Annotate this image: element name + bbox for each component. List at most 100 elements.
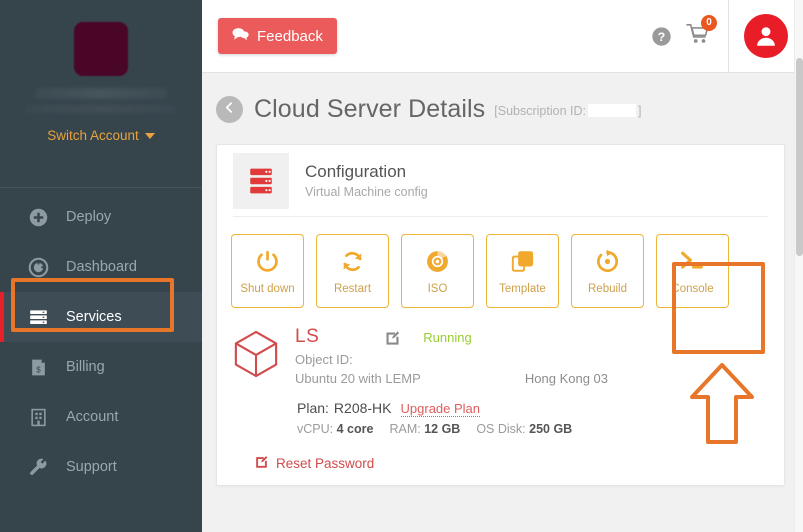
status-badge: Running (423, 329, 472, 345)
svg-text:$: $ (36, 365, 41, 374)
vertical-scrollbar[interactable] (794, 0, 803, 532)
reset-password-label: Reset Password (276, 455, 375, 471)
gauge-icon (26, 255, 50, 279)
rebuild-button[interactable]: Rebuild (571, 234, 644, 308)
action-label: Console (671, 282, 714, 295)
sidebar-nav: Deploy Dashboard Services $ Billing Acco… (0, 188, 202, 492)
shutdown-button[interactable]: Shut down (231, 234, 304, 308)
restart-button[interactable]: Restart (316, 234, 389, 308)
template-button[interactable]: Template (486, 234, 559, 308)
sidebar: Switch Account Deploy Dashboard Services… (0, 0, 202, 532)
configuration-title: Configuration (305, 162, 407, 181)
subscription-id-prefix: [Subscription ID: (494, 103, 586, 118)
edit-pencil-icon[interactable] (384, 329, 401, 346)
wrench-icon (26, 455, 50, 479)
sidebar-item-label: Deploy (66, 209, 112, 225)
sidebar-item-account[interactable]: Account (0, 392, 202, 442)
sidebar-item-label: Dashboard (66, 259, 137, 275)
chat-bubble-icon (232, 27, 249, 45)
configuration-card: Configuration Virtual Machine config Shu… (216, 144, 785, 486)
sidebar-item-label: Support (66, 459, 117, 475)
action-label: Rebuild (588, 282, 627, 295)
reset-password-link[interactable]: Reset Password (254, 454, 374, 472)
shopping-cart-button[interactable]: 0 (686, 14, 717, 50)
brand-name-redacted (35, 88, 167, 99)
spec-vcpu-value: 4 core (336, 422, 374, 436)
sidebar-item-deploy[interactable]: Deploy (0, 192, 202, 242)
back-button[interactable] (216, 96, 243, 123)
subscription-id: [Subscription ID: ] (494, 102, 641, 118)
user-avatar-button[interactable] (729, 0, 803, 73)
upgrade-plan-link[interactable]: Upgrade Plan (400, 401, 481, 417)
chevron-down-icon (144, 132, 155, 139)
sidebar-item-services[interactable]: Services (0, 292, 202, 342)
top-bar: Feedback ? 0 (202, 0, 803, 73)
action-label: Restart (333, 282, 372, 295)
iso-button[interactable]: ISO (401, 234, 474, 308)
plan-value: R208-HK (333, 400, 392, 416)
sidebar-item-dashboard[interactable]: Dashboard (0, 242, 202, 292)
sidebar-item-label: Account (66, 409, 119, 425)
os-row: Ubuntu 20 with LEMP Hong Kong 03 (295, 371, 784, 386)
server-rack-icon (233, 153, 289, 209)
object-id-value-redacted (356, 352, 477, 364)
subscription-id-value-redacted (587, 103, 636, 117)
action-label: ISO (427, 282, 448, 295)
server-name: LS (295, 326, 320, 347)
switch-account-button[interactable]: Switch Account (47, 128, 155, 143)
brand-subtitle-redacted (26, 105, 176, 113)
scrollbar-thumb[interactable] (796, 58, 803, 256)
spec-ram: RAM: 12 GB (389, 422, 460, 436)
console-button[interactable]: Console (656, 234, 729, 308)
plan-row: Plan: R208-HK Upgrade Plan (297, 400, 784, 417)
main-content: Feedback ? 0 Cloud Server Details [Subsc… (202, 0, 803, 532)
plan-block: Plan: R208-HK Upgrade Plan vCPU: 4 core … (295, 386, 784, 436)
object-id-label: Object ID: (295, 352, 353, 367)
power-icon (255, 248, 280, 275)
configuration-subtitle: Virtual Machine config (305, 185, 428, 199)
feedback-button[interactable]: Feedback (218, 18, 337, 54)
server-info: LS Running Object ID: Ubuntu 20 with LEM… (217, 308, 784, 436)
spec-vcpu-label: vCPU: (297, 422, 334, 436)
switch-account-label: Switch Account (47, 128, 139, 143)
action-label: Shut down (240, 282, 295, 295)
action-button-row: Shut down Restart ISO Template Rebuild C… (217, 217, 784, 308)
object-id-row: Object ID: (295, 352, 784, 367)
server-name-row: LS Running (295, 326, 784, 348)
refresh-icon (340, 248, 365, 275)
user-avatar-icon (744, 14, 788, 58)
building-icon (26, 405, 50, 429)
copy-squares-icon (510, 248, 535, 275)
cart-count-badge: 0 (701, 14, 717, 31)
disc-icon (425, 248, 450, 275)
subscription-id-suffix: ] (637, 103, 642, 118)
spec-vcpu: vCPU: 4 core (297, 422, 373, 436)
question-circle-icon[interactable]: ? (651, 26, 672, 47)
rebuild-circle-icon (595, 248, 620, 275)
configuration-card-header: Configuration Virtual Machine config (233, 145, 768, 217)
spec-ram-label: RAM: (389, 422, 421, 436)
cube-icon (233, 326, 289, 436)
spec-row: vCPU: 4 core RAM: 12 GB OS Disk: 250 GB (297, 422, 784, 436)
svg-text:?: ? (658, 29, 665, 43)
spec-disk: OS Disk: 250 GB (476, 422, 572, 436)
brand-logo-redacted (74, 22, 128, 76)
invoice-icon: $ (26, 355, 50, 379)
page-title: Cloud Server Details (254, 95, 486, 123)
configuration-card-text: Configuration Virtual Machine config (289, 145, 428, 216)
feedback-label: Feedback (257, 27, 323, 45)
server-region: Hong Kong 03 (524, 371, 608, 386)
server-details: LS Running Object ID: Ubuntu 20 with LEM… (289, 326, 784, 436)
spec-disk-value: 250 GB (529, 422, 573, 436)
sidebar-item-billing[interactable]: $ Billing (0, 342, 202, 392)
server-os: Ubuntu 20 with LEMP (295, 371, 421, 386)
chevron-left-icon (223, 101, 236, 119)
spec-ram-value: 12 GB (424, 422, 461, 436)
sidebar-item-label: Billing (66, 359, 105, 375)
page-header: Cloud Server Details [Subscription ID: ] (202, 73, 803, 124)
server-stack-icon (26, 305, 50, 329)
sidebar-item-support[interactable]: Support (0, 442, 202, 492)
brand-zone: Switch Account (0, 0, 202, 188)
plan-label: Plan: (297, 400, 329, 416)
terminal-prompt-icon (679, 248, 706, 275)
